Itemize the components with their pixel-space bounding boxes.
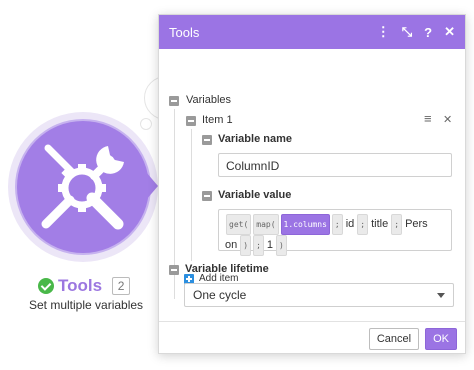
variable-value-label: Variable value <box>218 189 292 201</box>
dialog-body: Variables Item 1 ≡ ✕ Variable name Colum… <box>159 49 465 321</box>
variable-lifetime-value: One cycle <box>193 288 247 302</box>
item-label: Item 1 <box>202 114 233 126</box>
item-guide-line <box>191 129 192 261</box>
variable-value-toggle[interactable] <box>202 191 212 201</box>
variable-name-label: Variable name <box>218 133 292 145</box>
help-icon[interactable]: ? <box>424 25 432 40</box>
close-icon[interactable]: ✕ <box>444 24 455 40</box>
function-token-map[interactable]: map( <box>253 214 279 235</box>
variable-lifetime-select[interactable]: One cycle <box>184 283 454 307</box>
cancel-button[interactable]: Cancel <box>368 327 420 350</box>
module-title: Tools <box>58 276 103 295</box>
close-paren-token[interactable]: ) <box>276 235 287 256</box>
variable-token-columns[interactable]: 1.columns <box>280 214 330 235</box>
variable-value-line-1: get(map(1.columns; id; title; Pers <box>225 214 445 235</box>
check-circle-icon <box>38 278 54 294</box>
more-options-icon[interactable]: ⋮ <box>377 24 390 40</box>
item-remove-icon[interactable]: ✕ <box>443 113 452 126</box>
separator-token[interactable]: ; <box>253 235 264 256</box>
variable-name-input[interactable]: ColumnID <box>218 153 452 177</box>
text-token-one: 1 <box>266 239 274 251</box>
module-subtitle: Set multiple variables <box>29 298 144 312</box>
dialog-header: Tools ⋮ ⤡ ? ✕ <box>159 15 465 49</box>
separator-token[interactable]: ; <box>391 214 403 235</box>
dialog-toolbar: ⋮ ⤡ ? ✕ <box>377 24 455 40</box>
separator-token[interactable]: ; <box>357 214 369 235</box>
item-menu-icon[interactable]: ≡ <box>424 111 432 126</box>
text-token-id: id <box>345 218 355 230</box>
speech-bubble-small <box>140 118 152 130</box>
variable-lifetime-collapse-toggle[interactable] <box>169 265 179 275</box>
wrench-screwdriver-gear-icon <box>41 144 124 230</box>
variables-label: Variables <box>186 94 232 106</box>
text-token-title: title <box>371 218 389 230</box>
module-connector-arrow[interactable] <box>146 172 158 200</box>
expand-icon[interactable]: ⤡ <box>402 24 412 40</box>
dialog-footer: Cancel OK <box>159 321 465 355</box>
chevron-down-icon <box>437 293 445 298</box>
separator-token[interactable]: ; <box>331 214 343 235</box>
ok-button[interactable]: OK <box>425 327 457 350</box>
module-id-badge: 2 <box>112 277 131 295</box>
variable-name-toggle[interactable] <box>202 135 212 145</box>
function-token-get[interactable]: get( <box>226 214 252 235</box>
item-collapse-toggle[interactable] <box>186 116 196 126</box>
dialog-title: Tools <box>169 24 200 40</box>
variables-collapse-toggle[interactable] <box>169 96 179 106</box>
variable-value-input[interactable]: get(map(1.columns; id; title; Pers on); 1) <box>218 209 452 256</box>
module-title-row: Tools 2 <box>38 276 131 296</box>
text-token-person-end: on <box>225 239 238 251</box>
variable-value-line-2: on); 1) <box>225 235 445 256</box>
variable-lifetime-label: Variable lifetime <box>185 263 269 275</box>
close-paren-token[interactable]: ) <box>240 235 252 256</box>
text-token-person-start: Pers <box>405 218 428 230</box>
